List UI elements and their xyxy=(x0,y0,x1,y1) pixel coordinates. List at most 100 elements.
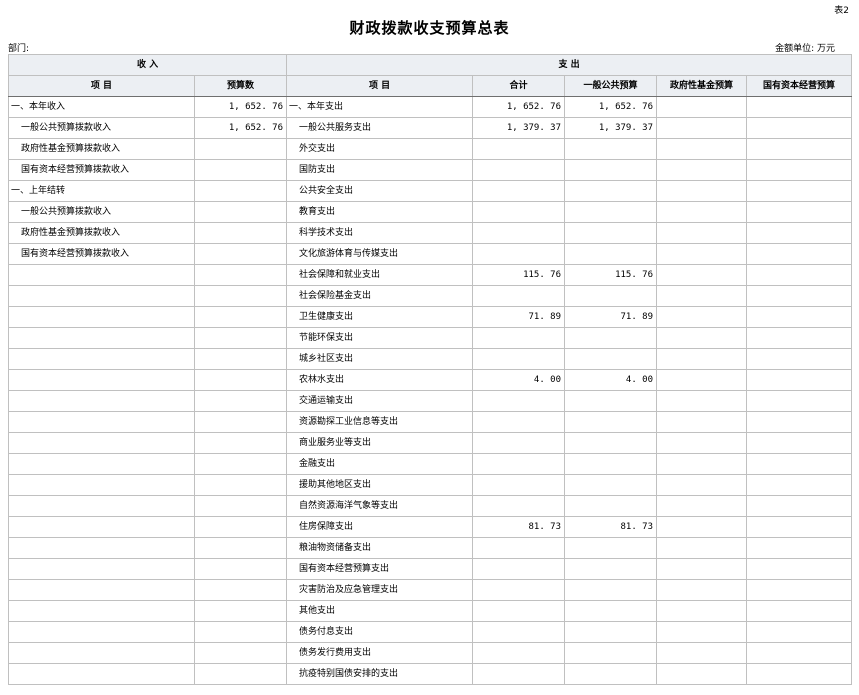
income-item-cell xyxy=(8,495,195,517)
expense-total-cell xyxy=(472,432,566,454)
income-item-cell: 一、上年结转 xyxy=(8,180,195,202)
expense-item-cell: 教育支出 xyxy=(286,201,474,223)
income-amount-cell xyxy=(193,537,288,559)
table-row: 自然资源海洋气象等支出 xyxy=(8,495,853,517)
state-capital-budget-cell xyxy=(746,264,853,286)
expense-total-cell xyxy=(472,243,566,265)
expense-total-cell xyxy=(472,474,566,496)
fund-budget-cell xyxy=(656,138,748,160)
state-capital-budget-cell xyxy=(746,537,853,559)
income-amount-cell xyxy=(193,138,288,160)
fund-budget-cell xyxy=(656,474,748,496)
income-amount-cell xyxy=(193,285,288,307)
income-amount-cell xyxy=(193,495,288,517)
table-row: 一般公共预算拨款收入 教育支出 xyxy=(8,201,853,223)
state-capital-budget-cell xyxy=(746,285,853,307)
fund-budget-cell xyxy=(656,495,748,517)
fund-budget-cell xyxy=(656,663,748,685)
fund-budget-cell xyxy=(656,285,748,307)
department-label: 部门: xyxy=(8,44,30,54)
table-row: 粮油物资储备支出 xyxy=(8,537,853,559)
income-amount-cell xyxy=(193,369,288,391)
fund-budget-cell xyxy=(656,306,748,328)
general-budget-cell: 1, 652. 76 xyxy=(564,96,658,118)
expense-item-cell: 援助其他地区支出 xyxy=(286,474,474,496)
income-item-cell xyxy=(8,600,195,622)
general-budget-cell: 71. 89 xyxy=(564,306,658,328)
fund-budget-cell xyxy=(656,621,748,643)
state-capital-budget-cell xyxy=(746,201,853,223)
table-row: 资源勘探工业信息等支出 xyxy=(8,411,853,433)
expense-total-cell xyxy=(472,495,566,517)
state-capital-budget-cell xyxy=(746,369,853,391)
income-amount-cell xyxy=(193,579,288,601)
general-budget-cell xyxy=(564,180,658,202)
unit-label: 金额单位: 万元 xyxy=(775,44,835,54)
income-item-cell xyxy=(8,621,195,643)
expense-item-cell: 外交支出 xyxy=(286,138,474,160)
income-amount-cell xyxy=(193,474,288,496)
expense-total-cell xyxy=(472,642,566,664)
table-row: 政府性基金预算拨款收入 外交支出 xyxy=(8,138,853,160)
general-budget-cell xyxy=(564,348,658,370)
income-amount-cell: 1, 652. 76 xyxy=(193,117,288,139)
table-number: 表2 xyxy=(834,6,849,16)
table-row: 住房保障支出 81. 73 81. 73 xyxy=(8,516,853,538)
col-expense-item: 项 目 xyxy=(286,75,474,97)
fund-budget-cell xyxy=(656,180,748,202)
general-budget-cell xyxy=(564,285,658,307)
expense-item-cell: 农林水支出 xyxy=(286,369,474,391)
state-capital-budget-cell xyxy=(746,432,853,454)
expense-item-cell: 科学技术支出 xyxy=(286,222,474,244)
income-amount-cell xyxy=(193,663,288,685)
general-budget-cell xyxy=(564,579,658,601)
expense-total-cell: 4. 00 xyxy=(472,369,566,391)
expense-item-cell: 城乡社区支出 xyxy=(286,348,474,370)
expense-total-cell xyxy=(472,579,566,601)
general-budget-cell xyxy=(564,222,658,244)
state-capital-budget-cell xyxy=(746,474,853,496)
table-row: 商业服务业等支出 xyxy=(8,432,853,454)
expense-total-cell: 81. 73 xyxy=(472,516,566,538)
income-amount-cell xyxy=(193,201,288,223)
table-row: 援助其他地区支出 xyxy=(8,474,853,496)
expense-total-cell: 1, 652. 76 xyxy=(472,96,566,118)
income-item-cell xyxy=(8,453,195,475)
general-budget-cell xyxy=(564,432,658,454)
general-budget-cell xyxy=(564,621,658,643)
income-item-cell xyxy=(8,285,195,307)
expense-item-cell: 债务付息支出 xyxy=(286,621,474,643)
page-title: 财政拨款收支预算总表 xyxy=(349,19,510,37)
expense-total-cell xyxy=(472,411,566,433)
income-item-cell: 政府性基金预算拨款收入 xyxy=(8,138,195,160)
income-amount-cell xyxy=(193,411,288,433)
fund-budget-cell xyxy=(656,411,748,433)
income-amount-cell xyxy=(193,243,288,265)
income-amount-cell xyxy=(193,264,288,286)
fund-budget-cell xyxy=(656,222,748,244)
general-budget-cell xyxy=(564,411,658,433)
table-row: 国有资本经营预算拨款收入 国防支出 xyxy=(8,159,853,181)
state-capital-budget-cell xyxy=(746,159,853,181)
table-row: 节能环保支出 xyxy=(8,327,853,349)
expense-item-cell: 社会保险基金支出 xyxy=(286,285,474,307)
state-capital-budget-cell xyxy=(746,96,853,118)
expense-item-cell: 其他支出 xyxy=(286,600,474,622)
income-amount-cell xyxy=(193,453,288,475)
income-amount-cell xyxy=(193,390,288,412)
state-capital-budget-cell xyxy=(746,348,853,370)
state-capital-budget-cell xyxy=(746,117,853,139)
state-capital-budget-cell xyxy=(746,180,853,202)
state-capital-budget-cell xyxy=(746,621,853,643)
fund-budget-cell xyxy=(656,432,748,454)
fund-budget-cell xyxy=(656,537,748,559)
table-row: 国有资本经营预算拨款收入 文化旅游体育与传媒支出 xyxy=(8,243,853,265)
expense-total-cell xyxy=(472,159,566,181)
expense-item-cell: 文化旅游体育与传媒支出 xyxy=(286,243,474,265)
state-capital-budget-cell xyxy=(746,663,853,685)
income-item-cell: 国有资本经营预算拨款收入 xyxy=(8,243,195,265)
table-row: 债务付息支出 xyxy=(8,621,853,643)
income-item-cell: 政府性基金预算拨款收入 xyxy=(8,222,195,244)
fund-budget-cell xyxy=(656,390,748,412)
income-item-cell xyxy=(8,579,195,601)
